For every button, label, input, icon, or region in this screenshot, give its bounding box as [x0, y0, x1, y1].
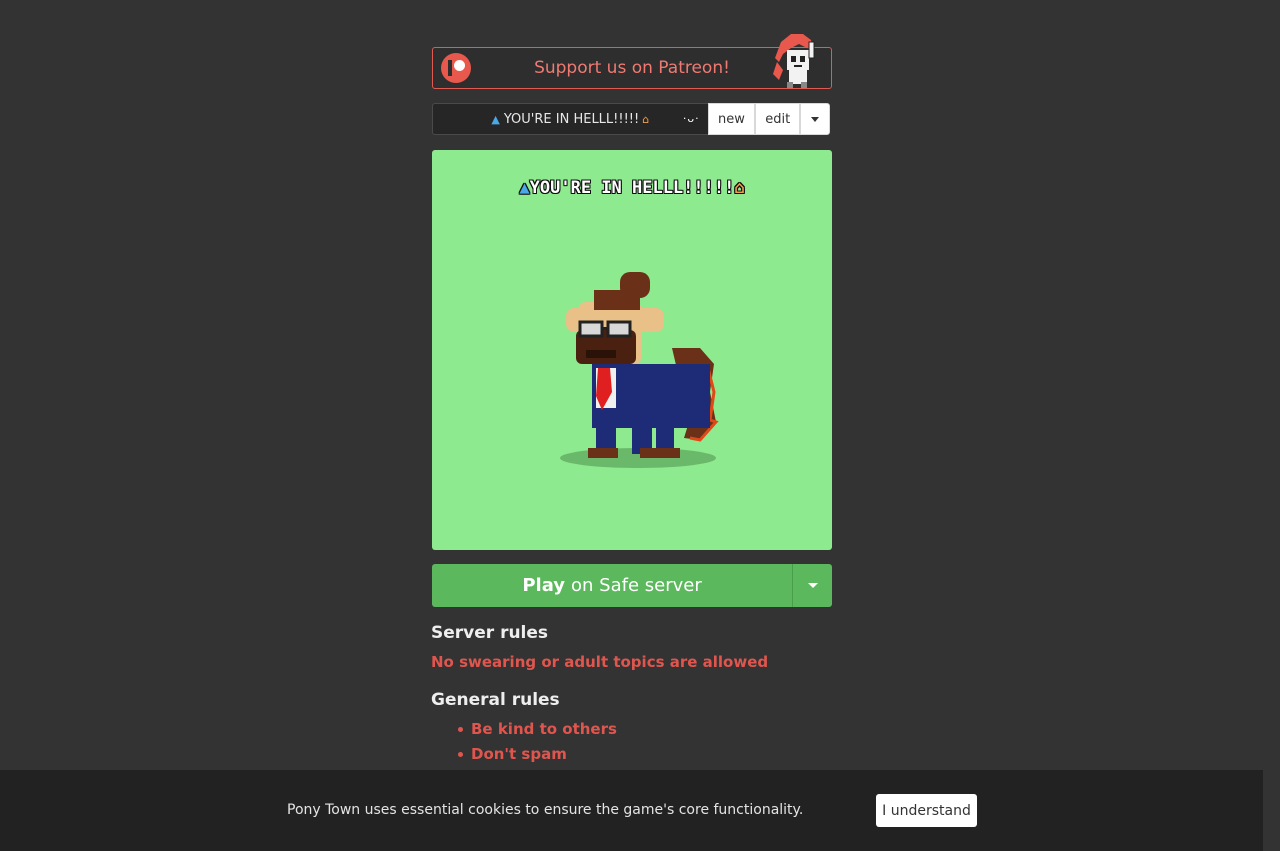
pony-mascot-icon [773, 34, 815, 88]
play-label: Play [522, 575, 566, 596]
house-icon: ⌂ [642, 112, 650, 126]
cookie-banner: Pony Town uses essential cookies to ensu… [0, 770, 1263, 851]
list-item: Don't spam [455, 744, 617, 769]
character-selector: ▲ YOU'RE IN HELLL!!!!! ⌂ ·ᴗ· new edit [432, 103, 830, 135]
edit-character-button[interactable]: edit [755, 103, 801, 135]
character-name: YOU'RE IN HELLL!!!!! [503, 111, 640, 127]
play-button-group: Play on Safe server [432, 564, 832, 607]
patreon-banner[interactable]: Support us on Patreon! [432, 34, 832, 89]
character-name-dropdown[interactable]: ▲ YOU'RE IN HELLL!!!!! ⌂ ·ᴗ· [432, 103, 708, 135]
character-menu-button[interactable] [800, 103, 830, 135]
accept-cookies-button[interactable]: I understand [876, 794, 977, 827]
server-select-button[interactable] [793, 564, 832, 607]
pony-character-sprite [560, 272, 719, 468]
server-rule-text: No swearing or adult topics are allowed [431, 653, 769, 671]
play-server-label: on Safe server [571, 575, 702, 596]
preview-name-tag: ▲YOU'RE IN HELLL!!!!!⌂ [432, 178, 832, 198]
server-rules-heading: Server rules [431, 623, 549, 643]
new-character-button[interactable]: new [707, 103, 756, 135]
general-rules-heading: General rules [431, 690, 560, 710]
general-rules-list: Be kind to others Don't spam [455, 719, 617, 769]
fish-icon: ▲ [519, 178, 530, 198]
status-dots-icon: ·ᴗ· [682, 112, 700, 125]
play-button[interactable]: Play on Safe server [432, 564, 794, 607]
house-icon: ⌂ [734, 178, 745, 198]
list-item: Be kind to others [455, 719, 617, 744]
fish-icon: ▲ [491, 112, 500, 126]
character-preview: ▲YOU'RE IN HELLL!!!!!⌂ [432, 150, 832, 550]
cookie-notice-text: Pony Town uses essential cookies to ensu… [287, 802, 804, 818]
chevron-down-icon [811, 116, 820, 122]
chevron-down-icon [807, 583, 818, 588]
preview-name: YOU'RE IN HELLL!!!!! [529, 178, 735, 198]
